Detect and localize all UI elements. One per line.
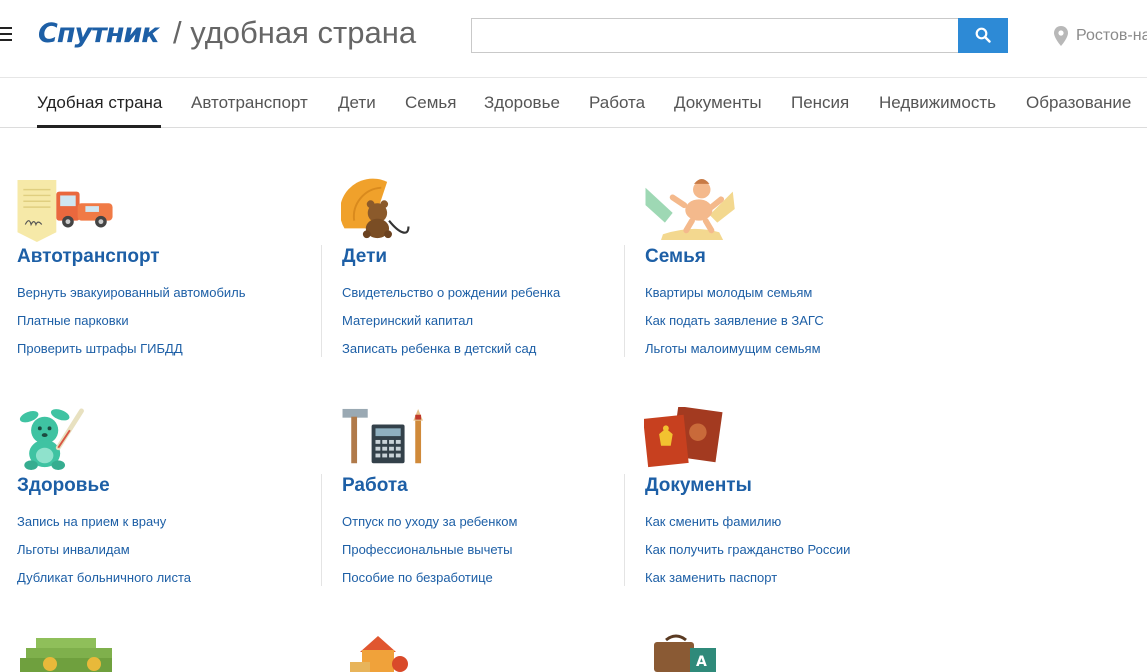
location-pin-icon (1054, 26, 1068, 46)
section-link[interactable]: Запись на прием к врачу (17, 514, 191, 542)
section-title[interactable]: Автотранспорт (17, 246, 160, 268)
section-link[interactable]: Как подать заявление в ЗАГС (645, 313, 824, 341)
location-selector[interactable]: Ростов-на-Дону (1054, 25, 1147, 47)
section-link[interactable]: Платные парковки (17, 313, 246, 341)
tab-dokumenty[interactable]: Документы (674, 93, 762, 113)
section-deti: Дети Свидетельство о рождении ребенка Ма… (341, 178, 621, 368)
column-divider (321, 245, 322, 357)
section-link[interactable]: Квартиры молодым семьям (645, 285, 824, 313)
section-title[interactable]: Документы (645, 475, 752, 497)
section-link[interactable]: Материнский капитал (342, 313, 560, 341)
tab-semya[interactable]: Семья (405, 93, 456, 113)
location-label: Ростов-на-Дону (1076, 27, 1147, 44)
section-title[interactable]: Семья (645, 246, 706, 268)
section-link[interactable]: Отпуск по уходу за ребенком (342, 514, 517, 542)
search-input[interactable] (471, 18, 959, 53)
tab-deti[interactable]: Дети (338, 93, 376, 113)
svg-text:A: A (696, 654, 707, 670)
column-divider (624, 474, 625, 586)
section-link[interactable]: Льготы малоимущим семьям (645, 341, 824, 369)
category-tabs: Удобная страна Автотранспорт Дети Семья … (0, 78, 1147, 128)
teddy-bear-umbrella-icon (341, 178, 410, 239)
column-divider (624, 245, 625, 357)
baby-hands-icon (645, 178, 735, 241)
header: Спутник / удобная страна Ростов-на-Дону (0, 0, 1147, 78)
tab-avtotransport[interactable]: Автотранспорт (191, 93, 308, 113)
tab-nedvizhimost[interactable]: Недвижимость (879, 93, 996, 113)
section-title[interactable]: Здоровье (17, 475, 110, 497)
section-link[interactable]: Проверить штрафы ГИБДД (17, 341, 246, 369)
tab-obrazovanie[interactable]: Образование (1026, 93, 1131, 113)
section-link[interactable]: Как получить гражданство России (645, 542, 850, 570)
logo[interactable]: Спутник (38, 16, 160, 52)
section-link[interactable]: Свидетельство о рождении ребенка (342, 285, 560, 313)
school-bag-icon: A (654, 634, 716, 672)
section-link[interactable]: Вернуть эвакуированный автомобиль (17, 285, 246, 313)
section-dokumenty: Документы Как сменить фамилию Как получи… (644, 407, 944, 597)
car-document-icon (17, 179, 113, 242)
tab-pensiya[interactable]: Пенсия (791, 93, 849, 113)
section-avtotransport: Автотранспорт Вернуть эвакуированный авт… (16, 178, 306, 368)
section-title[interactable]: Дети (342, 246, 387, 268)
section-zdorovie: Здоровье Запись на прием к врачу Льготы … (16, 407, 306, 597)
house-icon (350, 636, 408, 672)
section-semya: Семья Квартиры молодым семьям Как подать… (644, 178, 944, 368)
tab-rabota[interactable]: Работа (589, 93, 645, 113)
page-title: / удобная страна (173, 15, 417, 50)
section-link[interactable]: Дубликат больничного листа (17, 570, 191, 598)
section-link[interactable]: Льготы инвалидам (17, 542, 191, 570)
search-icon (975, 27, 991, 43)
section-link[interactable]: Записать ребенка в детский сад (342, 341, 560, 369)
search-button[interactable] (958, 18, 1008, 53)
section-link[interactable]: Как сменить фамилию (645, 514, 850, 542)
bunny-thermometer-icon (19, 408, 84, 471)
tools-calculator-icon (342, 408, 423, 464)
section-link[interactable]: Профессиональные вычеты (342, 542, 517, 570)
section-link[interactable]: Как заменить паспорт (645, 570, 850, 598)
money-coins-icon (20, 638, 112, 672)
tab-udobnaya-strana[interactable]: Удобная страна (37, 93, 162, 113)
tab-zdorovie[interactable]: Здоровье (484, 93, 560, 113)
menu-icon[interactable] (0, 27, 12, 41)
section-title[interactable]: Работа (342, 475, 408, 497)
passports-icon (644, 407, 723, 468)
section-link[interactable]: Пособие по безработице (342, 570, 517, 598)
section-rabota: Работа Отпуск по уходу за ребенком Профе… (341, 407, 621, 597)
column-divider (321, 474, 322, 586)
active-tab-indicator (37, 125, 161, 128)
